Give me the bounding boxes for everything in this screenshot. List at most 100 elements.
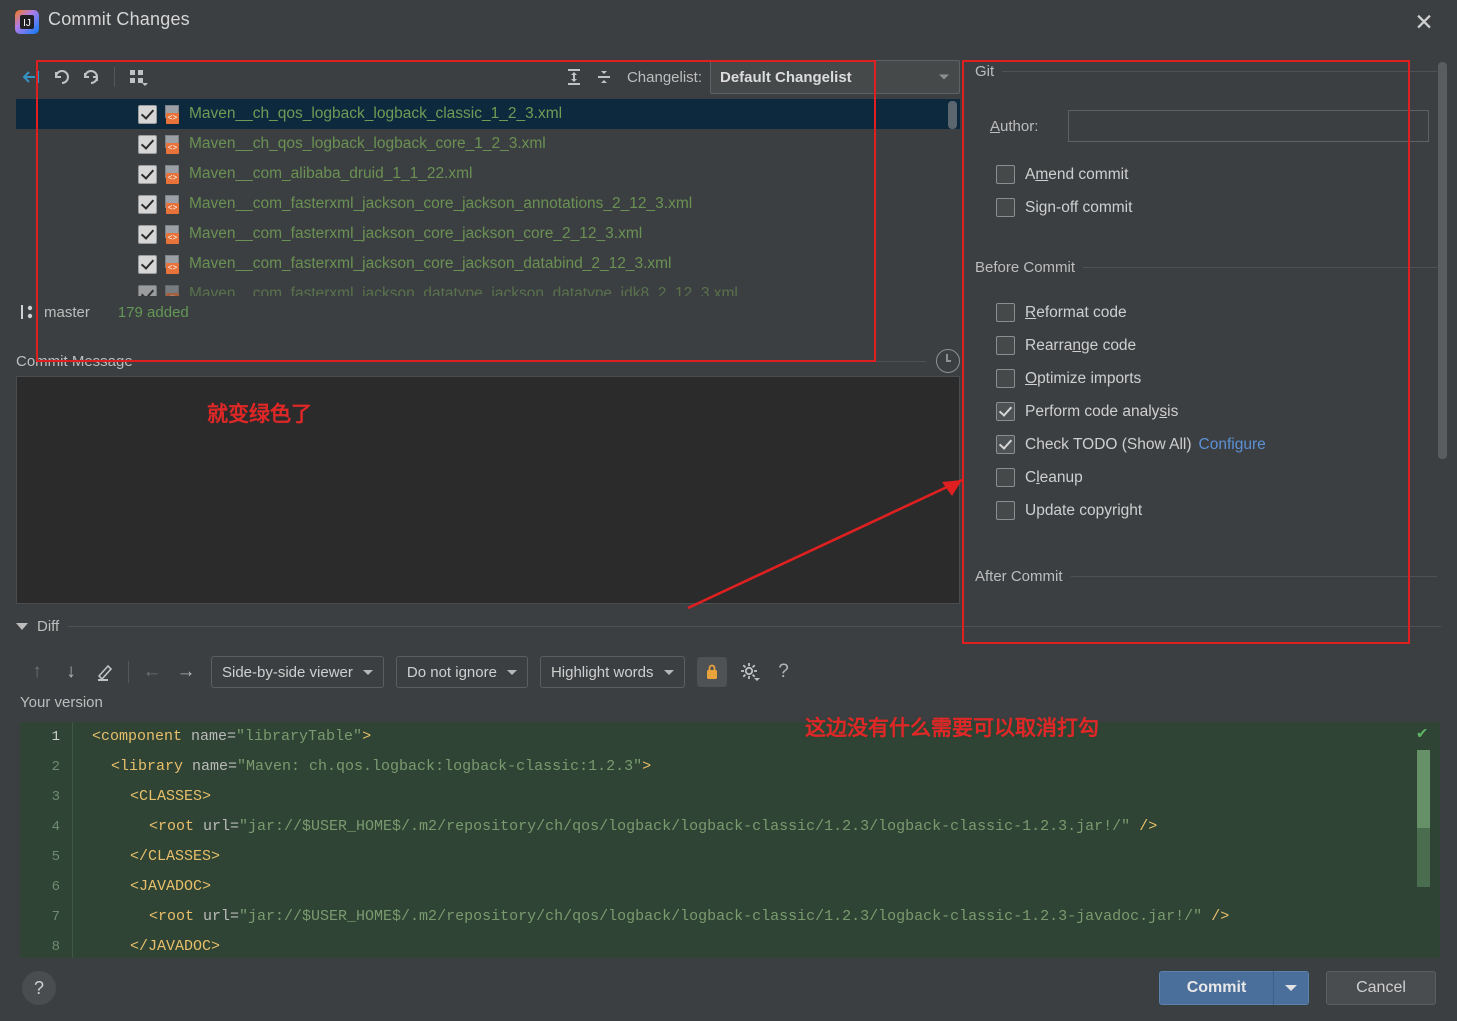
group-by-icon[interactable] [123, 63, 153, 91]
changelist-select[interactable]: Default Changelist [710, 60, 960, 94]
highlight-mode-select[interactable]: Highlight words [539, 656, 685, 688]
code-line: 7 <root url="jar://$USER_HOME$/.m2/reposi… [20, 902, 1440, 932]
checkbox-reformat-code[interactable]: Reformat code [975, 296, 1437, 329]
chevron-down-icon [506, 669, 517, 675]
checkbox-label: Perform code analysis [1025, 402, 1179, 420]
checkbox-box[interactable] [996, 165, 1015, 184]
checkbox-sign-off-commit[interactable]: Sign-off commit [975, 191, 1437, 224]
window-title-bar: IJ Commit Changes ✕ [0, 0, 1457, 44]
file-checkbox[interactable] [138, 254, 157, 274]
close-icon[interactable]: ✕ [1401, 4, 1447, 40]
checkbox-box[interactable] [996, 369, 1015, 388]
file-name: Maven__com_fasterxml_jackson_core_jackso… [189, 225, 643, 242]
diff-pane-label: Your version [20, 694, 103, 711]
author-field[interactable] [1068, 110, 1429, 142]
chevron-down-icon[interactable] [16, 622, 28, 630]
next-difference-icon[interactable]: ↓ [54, 657, 88, 687]
accept-right-icon[interactable]: → [169, 657, 203, 687]
changes-toolbar: Changelist: Default Changelist [16, 58, 960, 96]
file-checkbox[interactable] [138, 104, 157, 124]
diff-scrollbar[interactable]: ✔ [1416, 722, 1430, 958]
code-line: 8 </JAVADOC> [20, 932, 1440, 958]
checkbox-cleanup[interactable]: Cleanup [975, 461, 1437, 494]
checkbox-box[interactable] [996, 198, 1015, 217]
checkbox-box[interactable] [996, 402, 1015, 421]
scrollbar-thumb[interactable] [948, 101, 957, 129]
chevron-down-icon [939, 74, 949, 80]
clock-icon[interactable] [936, 349, 960, 373]
checkbox-perform-code-analysis[interactable]: Perform code analysis [975, 395, 1437, 428]
line-number: 3 [51, 789, 60, 805]
table-row[interactable]: <> Maven__com_alibaba_druid_1_1_22.xml [16, 159, 960, 189]
lock-icon[interactable] [696, 657, 727, 687]
previous-difference-icon[interactable]: ↑ [20, 657, 54, 687]
code-text: </JAVADOC> [130, 938, 221, 955]
commit-message-label: Commit Message [16, 352, 133, 370]
expand-all-icon[interactable] [559, 63, 589, 91]
xml-file-icon: <> [164, 164, 181, 184]
checkbox-check-todo[interactable]: Check TODO (Show All) Configure [975, 428, 1437, 461]
branch-icon [16, 302, 36, 322]
rollback-icon[interactable] [16, 63, 46, 91]
help-button[interactable]: ? [22, 971, 56, 1005]
viewer-mode-select[interactable]: Side-by-side viewer [211, 656, 384, 688]
group-divider [1083, 266, 1437, 268]
table-row[interactable]: <> Maven__com_fasterxml_jackson_core_jack… [16, 219, 960, 249]
cancel-button[interactable]: Cancel [1326, 971, 1436, 1005]
checkbox-box[interactable] [996, 303, 1015, 322]
chevron-down-icon [663, 669, 674, 675]
chevron-down-icon [362, 669, 373, 675]
checkbox-label: Sign-off commit [1025, 198, 1133, 216]
checkbox-amend-commit[interactable]: Amend commit [975, 158, 1437, 191]
checkbox-rearrange-code[interactable]: Rearrange code [975, 329, 1437, 362]
configure-link[interactable]: Configure [1199, 436, 1266, 454]
accept-left-icon[interactable]: ← [135, 657, 169, 687]
code-text: <JAVADOC> [130, 878, 212, 895]
table-row[interactable]: <> Maven__com_fasterxml_jackson_core_jack… [16, 189, 960, 219]
scrollbar-thumb[interactable] [1417, 750, 1430, 828]
commit-button[interactable]: Commit [1159, 971, 1309, 1005]
file-checkbox[interactable] [138, 284, 157, 296]
checkbox-label: Check TODO (Show All) [1025, 435, 1192, 453]
line-number: 8 [51, 939, 60, 955]
commit-message-input[interactable] [16, 376, 960, 604]
table-row[interactable]: <> Maven__ch_qos_logback_logback_core_1_2… [16, 129, 960, 159]
commit-options-dropdown[interactable] [1274, 985, 1308, 991]
line-number: 2 [51, 759, 60, 775]
file-list-scrollbar[interactable] [946, 100, 958, 296]
changed-files-list[interactable]: <> Maven__ch_qos_logback_logback_classic_… [16, 99, 960, 296]
checkbox-optimize-imports[interactable]: Optimize imports [975, 362, 1437, 395]
after-commit-group-header: After Commit [975, 565, 1437, 587]
commit-options-panel: Git Author: Amend commit Sign-off commit… [975, 60, 1437, 605]
options-panel-scrollbar[interactable] [1437, 62, 1448, 522]
branch-status-bar: master 179 added [16, 297, 960, 327]
checkbox-box[interactable] [996, 468, 1015, 487]
header-divider [140, 360, 926, 362]
file-name: Maven__ch_qos_logback_logback_classic_1_… [189, 105, 563, 122]
line-number: 7 [51, 909, 60, 925]
table-row[interactable]: <> Maven__ch_qos_logback_logback_classic_… [16, 99, 960, 129]
checkbox-update-copyright[interactable]: Update copyright [975, 494, 1437, 527]
no-problems-check-icon: ✔ [1417, 725, 1428, 744]
git-group-header: Git [975, 60, 1437, 82]
edit-source-icon[interactable] [88, 657, 122, 687]
checkbox-label: Amend commit [1025, 165, 1129, 183]
added-count: 179 added [117, 303, 189, 321]
table-row[interactable]: <> Maven__com_fasterxml_jackson_datatype_… [16, 279, 960, 296]
help-icon[interactable]: ? [767, 657, 801, 687]
collapse-all-icon[interactable] [589, 63, 619, 91]
file-checkbox[interactable] [138, 194, 157, 214]
refresh-icon[interactable] [76, 63, 106, 91]
diff-code-viewer[interactable]: 1 <component name="libraryTable"> 2 <librar… [20, 722, 1440, 958]
scrollbar-thumb[interactable] [1438, 62, 1447, 459]
checkbox-box[interactable] [996, 501, 1015, 520]
checkbox-box[interactable] [996, 435, 1015, 454]
file-checkbox[interactable] [138, 164, 157, 184]
ignore-mode-select[interactable]: Do not ignore [395, 656, 528, 688]
file-checkbox[interactable] [138, 134, 157, 154]
gear-icon[interactable] [733, 657, 767, 687]
table-row[interactable]: <> Maven__com_fasterxml_jackson_core_jack… [16, 249, 960, 279]
checkbox-box[interactable] [996, 336, 1015, 355]
undo-icon[interactable] [46, 63, 76, 91]
file-checkbox[interactable] [138, 224, 157, 244]
